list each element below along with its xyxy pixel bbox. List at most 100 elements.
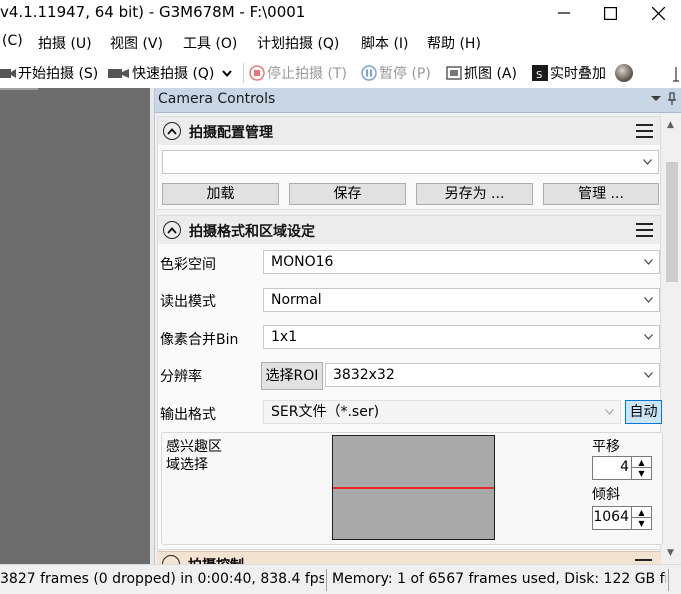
stop-capture-label: 停止拍摄 (T) (267, 66, 347, 82)
roi-region-line[interactable] (333, 487, 494, 489)
memory-status: Memory: 1 of 6567 frames used, Disk: 122… (332, 571, 666, 587)
maximize-button[interactable] (587, 0, 633, 26)
output-format-select[interactable]: SER文件（*.ser) (263, 400, 621, 424)
video-camera-icon (0, 65, 16, 81)
pan-spinbox[interactable]: 4 ▲ ▼ (592, 456, 652, 480)
start-capture-button[interactable]: 开始拍摄 (S) (0, 63, 98, 83)
spin-up-icon[interactable]: ▲ (632, 457, 651, 468)
color-space-select[interactable]: MONO16 (263, 250, 660, 274)
panel-scrollbar[interactable]: ▲ ▼ (663, 114, 681, 564)
hamburger-menu-icon[interactable] (636, 124, 653, 138)
status-separator (668, 569, 669, 591)
scroll-up-icon[interactable]: ▲ (667, 120, 674, 130)
close-icon (651, 6, 665, 20)
format-section-title: 拍摄格式和区域设定 (189, 224, 315, 240)
window-title: v4.1.11947, 64 bit) - G3M678M - F:\0001 (0, 3, 306, 21)
load-button[interactable]: 加载 (162, 183, 279, 205)
binning-select[interactable]: 1x1 (263, 325, 660, 349)
stop-icon (249, 65, 265, 81)
collapse-icon[interactable] (163, 122, 181, 140)
pin-icon[interactable] (667, 92, 681, 108)
collapse-icon[interactable] (163, 221, 181, 239)
quick-capture-button[interactable]: 快速拍摄 (Q) (108, 63, 234, 83)
select-roi-button[interactable]: 选择ROI (261, 362, 323, 390)
resolution-value: 3832x32 (333, 367, 395, 383)
readout-mode-label: 读出模式 (160, 294, 216, 310)
status-bar: 3827 frames (0 dropped) in 0:00:40, 838.… (0, 564, 681, 594)
title-bar: v4.1.11947, 64 bit) - G3M678M - F:\0001 (0, 0, 681, 26)
roi-preview[interactable] (332, 435, 495, 540)
pause-label: 暂停 (P) (379, 66, 431, 82)
chevron-down-icon (643, 159, 652, 165)
live-stack-button[interactable]: S 实时叠加 (532, 63, 636, 83)
profile-section-header[interactable]: 拍摄配置管理 (158, 117, 660, 145)
scroll-down-icon[interactable]: ▼ (667, 548, 674, 558)
start-capture-label: 开始拍摄 (S) (18, 66, 99, 82)
profile-select[interactable] (162, 150, 659, 174)
menu-item-script[interactable]: 脚本 (I) (361, 33, 409, 53)
capture-control-title: 拍摄控制 (188, 555, 244, 564)
status-separator (326, 569, 327, 591)
save-button[interactable]: 保存 (289, 183, 406, 205)
close-button[interactable] (635, 0, 681, 26)
menu-item-help[interactable]: 帮助 (H) (427, 33, 481, 53)
hamburger-menu-icon[interactable] (636, 223, 653, 237)
stop-capture-button[interactable]: 停止拍摄 (T) (249, 63, 347, 83)
maximize-icon (603, 6, 617, 20)
pan-value: 4 (620, 459, 629, 475)
grab-frame-label: 抓图 (A) (464, 66, 517, 82)
panel-title: Camera Controls (158, 91, 276, 107)
menu-item-schedule[interactable]: 计划拍摄 (Q) (257, 33, 339, 53)
binning-label: 像素合并Bin (160, 332, 239, 348)
menu-item-c[interactable]: (C) (2, 33, 23, 49)
minimize-button[interactable] (541, 0, 587, 26)
toolbar-grip[interactable] (673, 65, 679, 83)
menu-item-tools[interactable]: 工具 (O) (183, 33, 237, 53)
profile-section-title: 拍摄配置管理 (189, 125, 273, 141)
viewer-tab-strip (0, 88, 38, 90)
manage-button[interactable]: 管理 ... (543, 183, 659, 205)
panel-dropdown-icon[interactable] (651, 92, 665, 108)
profile-section: 拍摄配置管理 加载 保存 另存为 ... 管理 ... (157, 116, 661, 210)
roi-label-line1: 感兴趣区 (166, 439, 222, 455)
chevron-down-icon[interactable] (222, 65, 233, 81)
output-format-label: 输出格式 (160, 407, 216, 423)
grab-frame-button[interactable]: 抓图 (A) (446, 63, 517, 83)
format-section: 拍摄格式和区域设定 色彩空间 MONO16 读出模式 Normal 像素合并Bi… (157, 215, 663, 550)
capture-control-section[interactable]: 拍摄控制 (157, 551, 661, 564)
spin-up-icon[interactable]: ▲ (632, 507, 651, 518)
format-section-header[interactable]: 拍摄格式和区域设定 (158, 216, 660, 244)
svg-text:S: S (536, 70, 542, 81)
resolution-select[interactable]: 3832x32 (325, 363, 660, 387)
chevron-down-icon (644, 259, 653, 265)
tilt-spinbox[interactable]: 1064 ▲ ▼ (592, 506, 652, 530)
camera-controls-panel: Camera Controls 拍摄配置管理 加载 保存 另存为 ... 管理 … (154, 88, 681, 564)
toolbar: 开始拍摄 (S) 快速拍摄 (Q) 停止拍摄 (T) 暂停 (P) 抓图 (A)… (0, 57, 681, 87)
hamburger-menu-icon[interactable] (635, 559, 652, 561)
pause-icon (361, 65, 377, 81)
color-space-label: 色彩空间 (160, 257, 216, 273)
toolbar-separator (243, 63, 244, 83)
scroll-thumb[interactable] (666, 162, 678, 282)
pan-label: 平移 (592, 439, 620, 455)
spin-down-icon[interactable]: ▼ (632, 468, 651, 479)
chevron-down-icon (644, 372, 653, 378)
auto-button[interactable]: 自动 (625, 400, 662, 424)
tilt-label: 倾斜 (592, 487, 620, 503)
snapshot-icon (446, 65, 462, 81)
roi-selection-box: 感兴趣区 域选择 平移 4 ▲ ▼ 倾斜 1064 ▲ ▼ (161, 432, 663, 545)
readout-mode-select[interactable]: Normal (263, 288, 660, 312)
planet-icon[interactable] (614, 63, 634, 83)
chevron-down-icon (644, 334, 653, 340)
collapse-icon[interactable] (162, 555, 180, 564)
menu-item-capture[interactable]: 拍摄 (U) (38, 33, 92, 53)
menu-item-view[interactable]: 视图 (V) (110, 33, 163, 53)
spin-down-icon[interactable]: ▼ (632, 518, 651, 529)
pause-button[interactable]: 暂停 (P) (361, 63, 431, 83)
panel-header: Camera Controls (155, 88, 681, 113)
image-viewer[interactable] (0, 88, 150, 564)
video-camera-icon (108, 65, 130, 81)
save-as-button[interactable]: 另存为 ... (416, 183, 533, 205)
output-format-value: SER文件（*.ser) (271, 404, 380, 420)
binning-value: 1x1 (271, 329, 298, 345)
